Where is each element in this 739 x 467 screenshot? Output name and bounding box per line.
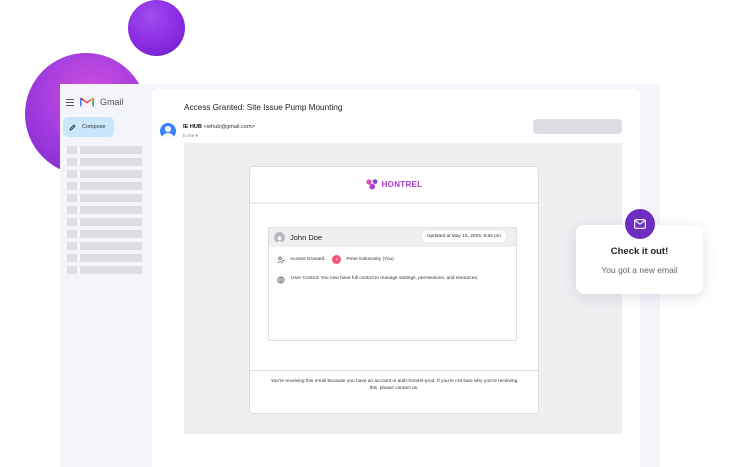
folder-placeholder-row[interactable] bbox=[67, 158, 142, 166]
notification-subtitle: You got a new email bbox=[601, 265, 678, 275]
gear-icon bbox=[277, 276, 285, 284]
stage: Gmail Compose Access Granted: Site Issue… bbox=[0, 0, 739, 467]
folder-placeholder-row[interactable] bbox=[67, 206, 142, 214]
compose-button[interactable]: Compose bbox=[63, 117, 114, 137]
compose-label: Compose bbox=[82, 124, 106, 130]
access-granted-row: Access Granted: P Peter Kalovnsky (You) bbox=[277, 255, 394, 264]
user-control-row: User Control: You now have full control … bbox=[277, 276, 501, 284]
email-brand-header: HONTREL bbox=[250, 167, 538, 204]
grantee-avatar: P bbox=[332, 255, 342, 264]
access-label: Access Granted: bbox=[290, 257, 326, 262]
email-footer-text: You're receiving this email because you … bbox=[270, 379, 518, 391]
user-control-text: User Control: You now have full control … bbox=[291, 276, 479, 281]
actions-placeholder[interactable] bbox=[533, 119, 622, 134]
gmail-label: Gmail bbox=[100, 97, 124, 107]
folder-placeholder-row[interactable] bbox=[67, 194, 142, 202]
decorative-blob-small bbox=[128, 0, 185, 56]
footer-divider bbox=[250, 370, 538, 371]
sender-name: IE HUB bbox=[183, 124, 202, 130]
email-subject: Access Granted: Site Issue Pump Mounting bbox=[184, 103, 343, 112]
gmail-topbar: Gmail bbox=[66, 97, 124, 107]
folder-placeholder-row[interactable] bbox=[67, 230, 142, 238]
folder-placeholder-row[interactable] bbox=[67, 170, 142, 178]
mail-icon bbox=[634, 219, 646, 229]
folder-placeholder-row[interactable] bbox=[67, 218, 142, 226]
notification-icon-badge bbox=[625, 209, 655, 239]
sender-avatar bbox=[160, 123, 176, 139]
updated-badge: Updated at May 15, 2025, 6:55 pm bbox=[422, 231, 506, 242]
sender-email: <iehub@gmail.com> bbox=[203, 124, 255, 130]
notification-title: Check it out! bbox=[610, 246, 669, 257]
pencil-icon bbox=[69, 123, 76, 131]
menu-icon[interactable] bbox=[66, 98, 74, 106]
user-name: John Doe bbox=[290, 233, 323, 242]
brand-name: HONTREL bbox=[381, 180, 423, 189]
folder-placeholder-row[interactable] bbox=[67, 146, 142, 154]
hontrel-logo-icon bbox=[366, 179, 378, 190]
user-check-icon bbox=[277, 256, 285, 263]
user-icon bbox=[276, 236, 283, 243]
folder-placeholder-row[interactable] bbox=[67, 182, 142, 190]
folder-placeholder-row[interactable] bbox=[67, 242, 142, 250]
recipient-toggle[interactable]: to me ▾ bbox=[183, 133, 198, 139]
grantee-name: Peter Kalovnsky (You) bbox=[346, 257, 394, 262]
gmail-sidebar bbox=[60, 84, 152, 467]
sender-line: IE HUB <iehub@gmail.com> bbox=[183, 124, 255, 130]
folder-placeholder-row[interactable] bbox=[67, 254, 142, 262]
gmail-logo-icon bbox=[80, 97, 94, 107]
folder-placeholder-row[interactable] bbox=[67, 266, 142, 274]
user-avatar bbox=[274, 232, 285, 243]
